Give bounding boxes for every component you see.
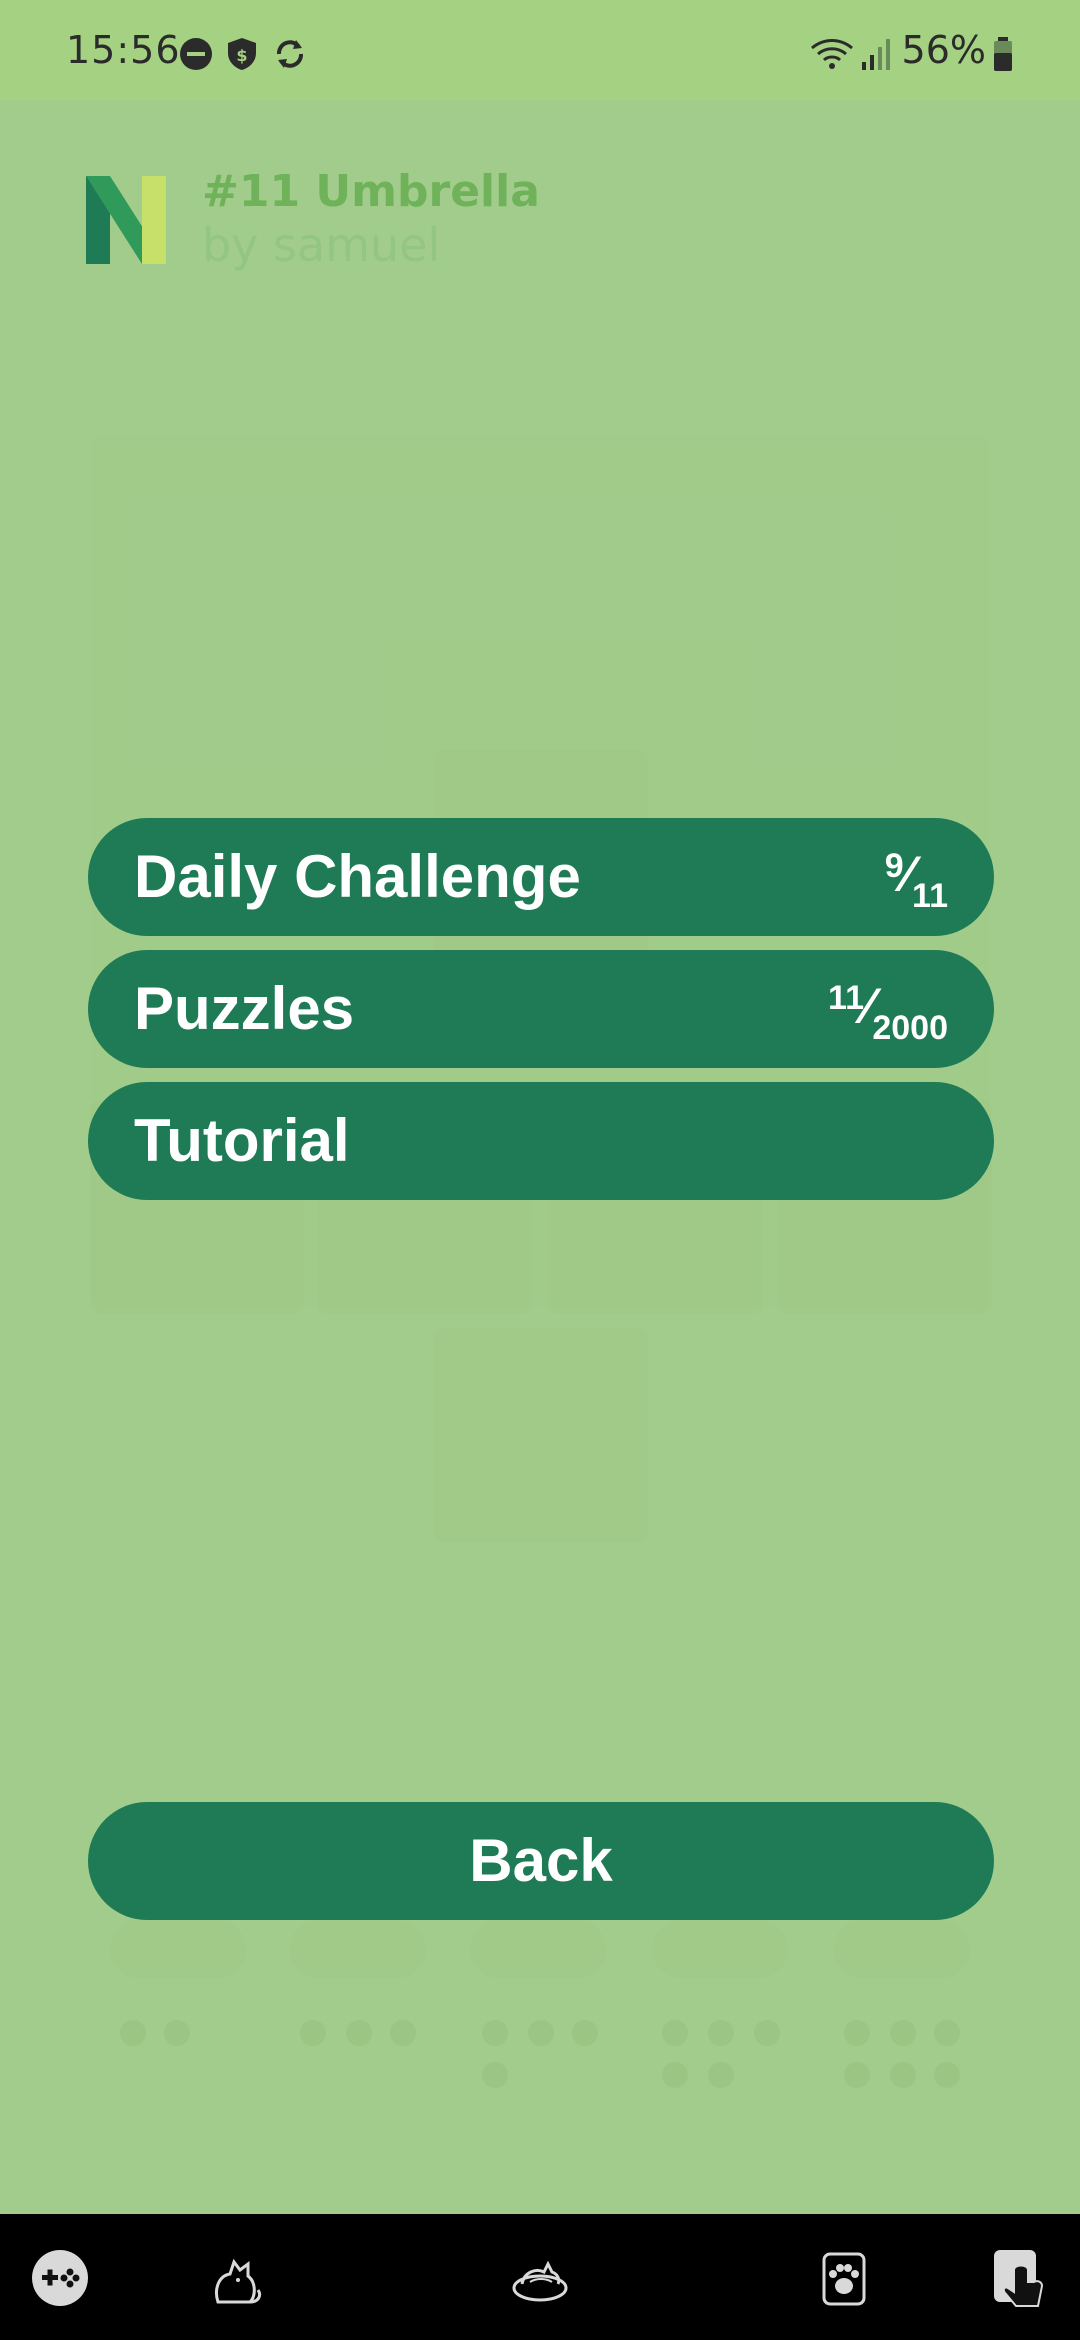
- tray-dot: [300, 2020, 326, 2046]
- progress-denominator: 2000: [872, 1009, 948, 1047]
- daily-challenge-label: Daily Challenge: [134, 843, 581, 910]
- battery-icon: [994, 37, 1012, 71]
- tray-dot: [890, 2020, 916, 2046]
- tutorial-button[interactable]: Tutorial: [88, 1082, 994, 1200]
- progress-numerator: 11: [828, 979, 864, 1017]
- tray-dot: [346, 2020, 372, 2046]
- tutorial-label: Tutorial: [134, 1107, 350, 1174]
- tray-dot: [844, 2062, 870, 2088]
- puzzles-label: Puzzles: [134, 975, 355, 1042]
- svg-text:$: $: [236, 46, 247, 65]
- tray-dot: [934, 2062, 960, 2088]
- battery-percent: 56%: [901, 28, 986, 72]
- tray-slot: [110, 1920, 246, 1978]
- tray-dot: [390, 2020, 416, 2046]
- tray-dot: [164, 2020, 190, 2046]
- tray-dot: [662, 2020, 688, 2046]
- tray-dot: [708, 2020, 734, 2046]
- progress-numerator: 9: [884, 847, 904, 885]
- gamepad-icon[interactable]: [28, 2246, 92, 2310]
- tray-dot: [844, 2020, 870, 2046]
- paw-icon[interactable]: [812, 2246, 876, 2310]
- tray-dot: [890, 2062, 916, 2088]
- tray-dot: [708, 2062, 734, 2088]
- back-button[interactable]: Back: [88, 1802, 994, 1920]
- back-label: Back: [469, 1827, 613, 1894]
- signal-icon: [862, 39, 890, 70]
- touch-app-icon[interactable]: [988, 2246, 1052, 2310]
- tray-slot: [470, 1920, 606, 1978]
- tray-dot: [482, 2020, 508, 2046]
- puzzle-author: by samuel: [202, 218, 441, 272]
- puzzle-title: #11 Umbrella: [202, 166, 540, 217]
- progress-slash: ⁄: [903, 846, 913, 902]
- cat-icon[interactable]: [204, 2246, 268, 2310]
- sync-icon: [277, 40, 303, 68]
- taskbar: [0, 2214, 1080, 2340]
- tray-slot: [290, 1920, 426, 1978]
- tray-dot: [662, 2062, 688, 2088]
- progress-denominator: 11: [912, 877, 948, 915]
- tray-slot: [652, 1920, 788, 1978]
- tray-dot: [528, 2020, 554, 2046]
- board-tile: [434, 1328, 648, 1542]
- wifi-icon: [811, 39, 853, 69]
- puzzles-progress: 11⁄2000: [828, 978, 948, 1048]
- tray-slot: [834, 1920, 970, 1978]
- daily-challenge-progress: 9⁄11: [885, 846, 948, 916]
- do-not-disturb-icon: [180, 38, 212, 70]
- shield-icon: $: [228, 38, 256, 70]
- status-time: 15:56: [66, 28, 181, 72]
- tray-dot: [934, 2020, 960, 2046]
- tray-dot: [572, 2020, 598, 2046]
- tray-dot: [120, 2020, 146, 2046]
- daily-challenge-button[interactable]: Daily Challenge 9⁄11: [88, 818, 994, 936]
- tray-dot: [754, 2020, 780, 2046]
- status-bar: 15:56 $ 56%: [0, 0, 1080, 100]
- tray-dot: [482, 2062, 508, 2088]
- app-logo-icon: [86, 176, 166, 264]
- cat-bed-icon[interactable]: [508, 2246, 572, 2310]
- puzzles-button[interactable]: Puzzles 11⁄2000: [88, 950, 994, 1068]
